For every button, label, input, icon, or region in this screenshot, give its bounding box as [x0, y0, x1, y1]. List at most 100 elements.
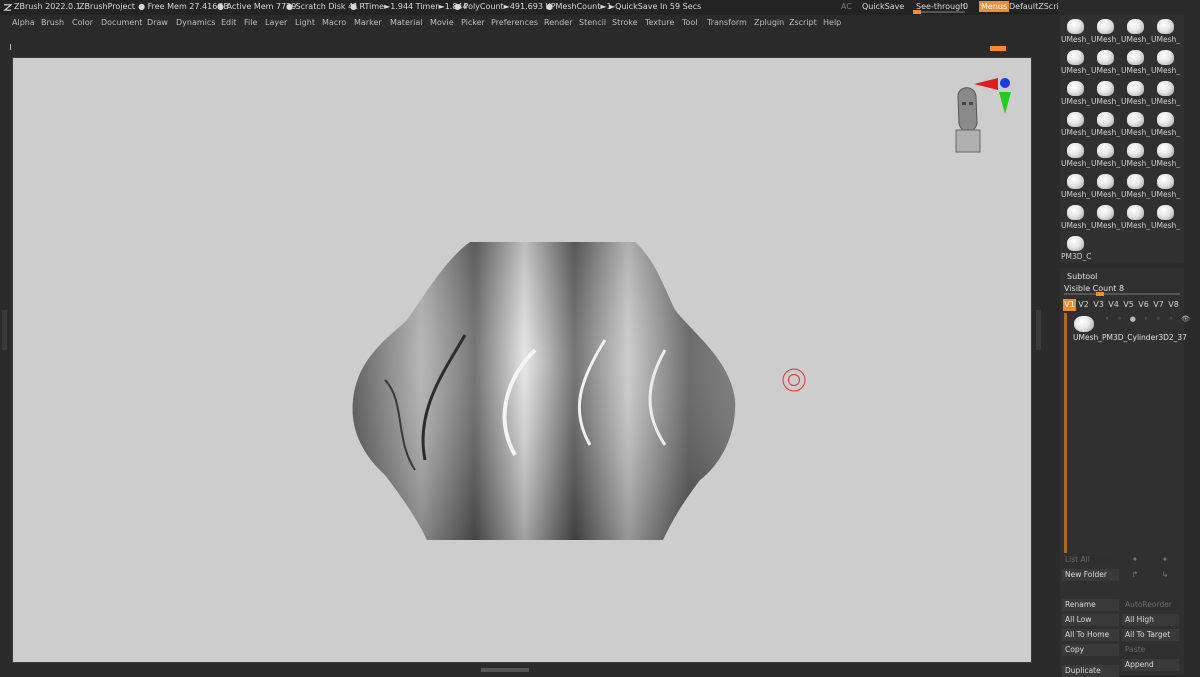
append-button[interactable]: Append	[1122, 659, 1179, 671]
tool-thumbnail[interactable]: UMesh_	[1121, 137, 1151, 168]
menu-macro[interactable]: Macro	[322, 18, 346, 27]
menu-edit[interactable]: Edit	[221, 18, 237, 27]
tool-thumbnail[interactable]: UMesh_	[1151, 199, 1181, 230]
subtool-item-name[interactable]: UMesh_PM3D_Cylinder3D2_37	[1073, 333, 1187, 342]
tool-thumbnail[interactable]: UMesh_	[1091, 137, 1121, 168]
tool-thumbnail[interactable]: UMesh_	[1151, 13, 1181, 44]
tool-thumbnail[interactable]: UMesh_	[1151, 106, 1181, 137]
tool-thumbnail[interactable]: UMesh_	[1121, 13, 1151, 44]
tool-thumbnail[interactable]: UMesh_	[1151, 168, 1181, 199]
all-high-button[interactable]: All High	[1122, 614, 1179, 626]
version-tab-v8[interactable]: V8	[1167, 299, 1180, 311]
arrow-icon[interactable]: ↱	[1125, 569, 1145, 581]
visible-count-knob[interactable]	[1096, 292, 1104, 296]
tool-thumbnail[interactable]: UMesh_	[1121, 44, 1151, 75]
tool-thumbnail[interactable]: UMesh_	[1091, 106, 1121, 137]
menu-tool[interactable]: Tool	[682, 18, 698, 27]
tool-thumbnail[interactable]: UMesh_	[1091, 13, 1121, 44]
menu-document[interactable]: Document	[101, 18, 142, 27]
see-through-slider[interactable]	[913, 10, 965, 14]
list-all-button[interactable]: List All	[1062, 554, 1119, 566]
tool-thumbnail[interactable]: UMesh_	[1061, 106, 1091, 137]
menu-preferences[interactable]: Preferences	[491, 18, 538, 27]
navigation-gizmo[interactable]	[944, 74, 1016, 160]
version-tab-v6[interactable]: V6	[1137, 299, 1150, 311]
menu-stencil[interactable]: Stencil	[579, 18, 606, 27]
version-tab-v3[interactable]: V3	[1092, 299, 1105, 311]
tool-thumbnail[interactable]: UMesh_	[1061, 168, 1091, 199]
version-tab-v2[interactable]: V2	[1077, 299, 1090, 311]
tool-thumbnail[interactable]: UMesh_	[1091, 44, 1121, 75]
paste-button[interactable]: Paste	[1122, 644, 1179, 656]
tool-thumbnail[interactable]: UMesh_	[1061, 137, 1091, 168]
visible-count[interactable]: Visible Count 8	[1064, 284, 1124, 293]
menu-help[interactable]: Help	[823, 18, 841, 27]
tool-thumbnail[interactable]: UMesh_	[1121, 199, 1151, 230]
menu-zplugin[interactable]: Zplugin	[754, 18, 784, 27]
menu-texture[interactable]: Texture	[645, 18, 674, 27]
right-tray-handle[interactable]	[1036, 310, 1041, 350]
menu-layer[interactable]: Layer	[265, 18, 287, 27]
tool-thumbnail[interactable]: UMesh_	[1061, 75, 1091, 106]
subtool-thumbnail[interactable]	[1074, 316, 1094, 332]
mesh-preview-icon	[1157, 174, 1174, 189]
menu-zscript[interactable]: Zscript	[789, 18, 817, 27]
rename-button[interactable]: Rename	[1062, 599, 1119, 611]
menu-alpha[interactable]: Alpha	[12, 18, 35, 27]
menu-picker[interactable]: Picker	[461, 18, 485, 27]
arrow-down-icon[interactable]: ↳	[1155, 569, 1175, 581]
menu-file[interactable]: File	[244, 18, 257, 27]
tool-thumbnail[interactable]: UMesh_	[1061, 199, 1091, 230]
visible-count-slider[interactable]	[1064, 292, 1180, 296]
version-tab-v5[interactable]: V5	[1122, 299, 1135, 311]
menu-transform[interactable]: Transform	[707, 18, 747, 27]
tool-thumbnail[interactable]: UMesh_	[1151, 137, 1181, 168]
menu-marker[interactable]: Marker	[354, 18, 382, 27]
menu-color[interactable]: Color	[72, 18, 93, 27]
quicksave-button[interactable]: QuickSave	[862, 2, 904, 11]
menus-button[interactable]: Menus	[979, 1, 1010, 12]
subtool-item-icons[interactable]: ◦ ◦ ● ◦ ◦ ◦ 👁	[1105, 315, 1193, 323]
copy-button[interactable]: Copy	[1062, 644, 1119, 656]
see-through-label[interactable]: See-through	[916, 2, 965, 11]
tool-thumbnail[interactable]: UMesh_	[1151, 75, 1181, 106]
tool-thumbnail[interactable]: UMesh_	[1091, 199, 1121, 230]
version-tab-v7[interactable]: V7	[1152, 299, 1165, 311]
menu-stroke[interactable]: Stroke	[612, 18, 638, 27]
subtool-title[interactable]: Subtool	[1067, 272, 1097, 281]
menu-light[interactable]: Light	[295, 18, 315, 27]
shelf-marker[interactable]	[990, 46, 1006, 51]
tool-thumbnail[interactable]: PM3D_C	[1061, 230, 1091, 261]
auto-reorder-button[interactable]: AutoReorder	[1122, 599, 1179, 611]
tool-thumbnail[interactable]: UMesh_	[1091, 75, 1121, 106]
see-through-knob[interactable]	[913, 10, 921, 14]
sculpt-mesh[interactable]	[345, 240, 740, 542]
ac-label[interactable]: AC	[841, 2, 852, 11]
menu-movie[interactable]: Movie	[430, 18, 454, 27]
version-tab-v4[interactable]: V4	[1107, 299, 1120, 311]
tool-thumbnail[interactable]: UMesh_	[1121, 106, 1151, 137]
move-down-icon[interactable]: ✦	[1155, 554, 1175, 566]
new-folder-button[interactable]: New Folder	[1062, 569, 1119, 581]
tool-thumbnail[interactable]: UMesh_	[1061, 44, 1091, 75]
menu-render[interactable]: Render	[544, 18, 572, 27]
menu-brush[interactable]: Brush	[41, 18, 64, 27]
tool-thumbnail[interactable]: UMesh_	[1121, 168, 1151, 199]
tool-thumbnail[interactable]: UMesh_	[1061, 13, 1091, 44]
left-tray-handle[interactable]	[2, 310, 7, 350]
all-low-button[interactable]: All Low	[1062, 614, 1119, 626]
tool-thumbnail[interactable]: UMesh_	[1091, 168, 1121, 199]
menu-material[interactable]: Material	[390, 18, 423, 27]
tool-thumbnail-label: UMesh_	[1061, 190, 1090, 199]
duplicate-button[interactable]: Duplicate	[1062, 665, 1119, 677]
move-up-icon[interactable]: ✦	[1125, 554, 1145, 566]
tool-thumbnail[interactable]: UMesh_	[1151, 44, 1181, 75]
version-tab-v1[interactable]: V1	[1063, 299, 1076, 311]
all-to-target-button[interactable]: All To Target	[1122, 629, 1179, 641]
menu-dynamics[interactable]: Dynamics	[176, 18, 215, 27]
all-to-home-button[interactable]: All To Home	[1062, 629, 1119, 641]
menu-draw[interactable]: Draw	[147, 18, 168, 27]
tool-thumbnail[interactable]: UMesh_	[1121, 75, 1151, 106]
bottom-tray-handle[interactable]	[481, 668, 529, 672]
subtool-list-scrollbar[interactable]	[1064, 313, 1067, 553]
